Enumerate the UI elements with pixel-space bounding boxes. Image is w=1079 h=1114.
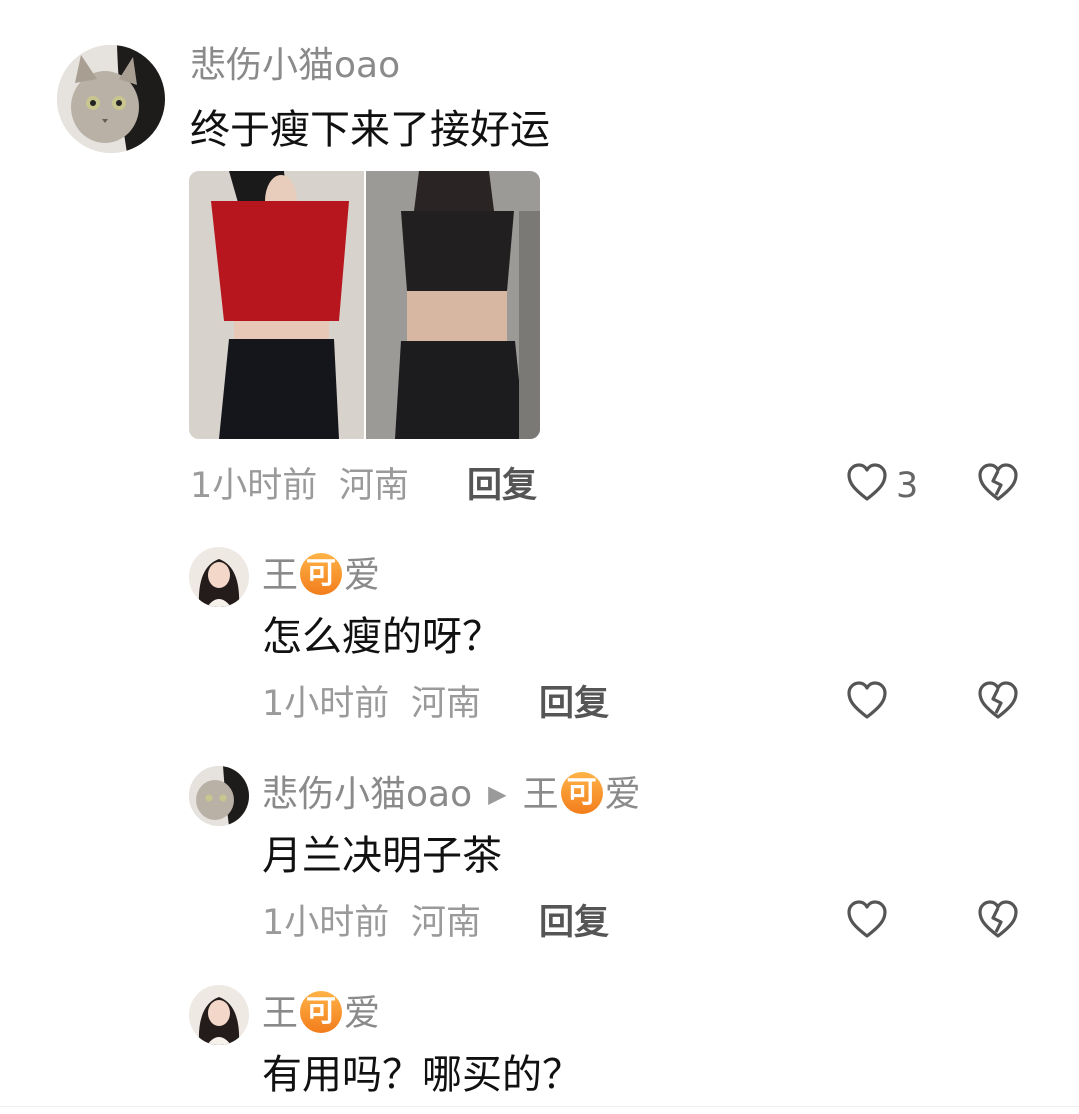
reply-to-arrow-icon: ▶: [488, 780, 507, 808]
reply-button[interactable]: 回复: [539, 903, 609, 943]
reply-to-first: 王: [522, 774, 559, 815]
reply-avatar[interactable]: [189, 766, 249, 826]
reply-text: 月兰决明子茶: [262, 833, 502, 879]
reply-author[interactable]: 悲伤小猫oao ▶ 王可爱: [262, 772, 641, 818]
reply-to-last: 爱: [604, 774, 641, 815]
reply-author-first: 王: [262, 555, 299, 596]
commenter-avatar[interactable]: [57, 45, 165, 153]
reply-author[interactable]: 王可爱: [262, 991, 381, 1036]
reply-avatar[interactable]: [189, 547, 249, 607]
reply-author-first: 王: [262, 993, 299, 1034]
reply-text: 有用吗？哪买的？: [262, 1052, 582, 1098]
reply-location: 河南: [411, 903, 482, 943]
heart-icon[interactable]: [846, 900, 888, 940]
heart-icon[interactable]: [846, 681, 888, 721]
reply-time: 1小时前: [262, 684, 390, 724]
reply-avatar[interactable]: [189, 985, 249, 1045]
reply-time: 1小时前: [262, 903, 390, 943]
author-badge: 可: [300, 553, 343, 595]
dislike-icon[interactable]: [977, 681, 1019, 721]
comment-text: 终于瘦下来了接好运: [190, 107, 550, 153]
reply-location: 河南: [411, 684, 482, 724]
reply-author-last: 爱: [344, 993, 381, 1034]
reply-button[interactable]: 回复: [467, 466, 537, 506]
dislike-icon[interactable]: [977, 463, 1019, 503]
reply-to-badge: 可: [560, 772, 603, 814]
reply-button[interactable]: 回复: [539, 684, 609, 724]
reply-author-last: 爱: [344, 555, 381, 596]
heart-icon[interactable]: [846, 463, 888, 503]
like-count: 3: [896, 466, 919, 506]
dislike-icon[interactable]: [977, 900, 1019, 940]
reply-author-name: 悲伤小猫oao: [262, 774, 473, 815]
commenter-name[interactable]: 悲伤小猫oao: [190, 46, 400, 86]
reply-author[interactable]: 王可爱: [262, 553, 381, 598]
bottom-divider: [0, 1106, 1079, 1107]
comment-time: 1小时前: [190, 466, 318, 506]
reply-text: 怎么瘦的呀？: [262, 614, 502, 660]
comment-location: 河南: [339, 466, 410, 506]
comment-image[interactable]: [189, 171, 540, 439]
author-badge: 可: [300, 991, 343, 1033]
